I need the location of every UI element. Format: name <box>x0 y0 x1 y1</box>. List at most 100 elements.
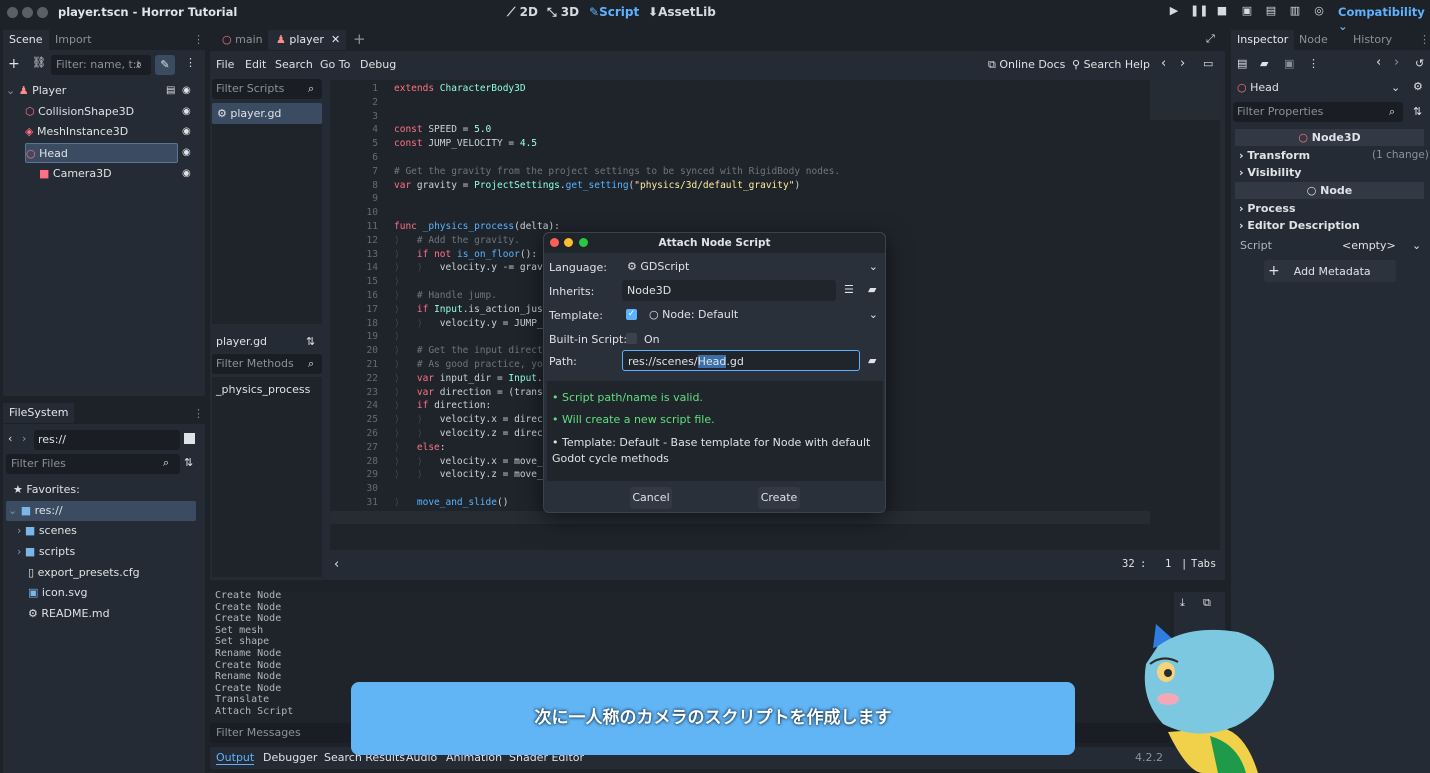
dialog-maximize-icon[interactable] <box>579 238 588 247</box>
property-group-visibility[interactable]: › Visibility <box>1239 166 1301 179</box>
property-group-transform[interactable]: › Transform <box>1239 149 1310 162</box>
tab-scene[interactable]: Scene <box>3 30 49 50</box>
create-button[interactable]: Create <box>758 487 800 509</box>
dock-menu-icon[interactable]: ⋮ <box>193 407 204 420</box>
sort-icon[interactable]: ⇅ <box>306 335 315 348</box>
resource-menu-icon[interactable]: ⋮ <box>1308 57 1319 70</box>
copy-output-icon[interactable]: ⤓ <box>1180 596 1185 610</box>
history-back-icon[interactable]: ‹ <box>1161 56 1166 71</box>
play-custom-scene-icon[interactable]: ▥ <box>1286 4 1304 22</box>
renderer-select[interactable]: Compatibility ⌄ <box>1338 5 1430 33</box>
sort-icon[interactable]: ⇅ <box>184 456 193 469</box>
workspace-3d-button[interactable]: ⤡ 3D <box>547 5 579 20</box>
fs-item-res[interactable]: ⌄ ■ res:// <box>6 501 196 521</box>
fs-item-scripts[interactable]: › ■ scripts <box>17 542 75 562</box>
cancel-button[interactable]: Cancel <box>630 487 672 509</box>
dock-menu-icon[interactable]: ⋮ <box>1419 33 1430 46</box>
menu-edit[interactable]: Edit <box>245 58 266 71</box>
workspace-assetlib-button[interactable]: ⬇AssetLib <box>648 5 716 19</box>
attach-script-icon[interactable]: ✎ <box>155 55 175 75</box>
builtin-checkbox[interactable] <box>626 333 637 344</box>
previous-object-icon[interactable]: ‹ <box>1376 55 1381 70</box>
add-metadata-button[interactable]: + Add Metadata <box>1264 260 1396 282</box>
fs-item-icon-svg[interactable]: ▣ icon.svg <box>28 583 87 603</box>
visibility-eye-icon[interactable]: ◉ <box>182 164 191 184</box>
menu-goto[interactable]: Go To <box>320 58 350 71</box>
remote-debug-icon[interactable]: ▣ <box>1238 4 1256 22</box>
open-resource-icon[interactable]: ▰ <box>1260 57 1268 70</box>
property-group-editor-description[interactable]: › Editor Description <box>1239 219 1360 232</box>
tab-main[interactable]: ○ main <box>214 30 269 50</box>
tab-filesystem[interactable]: FileSystem <box>3 403 75 423</box>
indent-mode[interactable]: Tabs <box>1191 558 1216 570</box>
property-sort-icon[interactable]: ⇅ <box>1413 105 1422 118</box>
fs-item-scenes[interactable]: › ■ scenes <box>17 521 77 541</box>
tab-import[interactable]: Import <box>49 30 98 50</box>
path-input[interactable]: res://scenes/Head.gd <box>622 350 860 371</box>
filter-scripts-input[interactable]: Filter Scripts <box>212 79 322 99</box>
stop-icon[interactable]: ■ <box>1213 4 1231 22</box>
distraction-free-icon[interactable]: ⤢ <box>1206 32 1215 46</box>
tree-node-player[interactable]: ⌄ ♟ Player ▤ ◉ <box>6 81 201 101</box>
visibility-eye-icon[interactable]: ◉ <box>182 122 191 142</box>
tree-node-camera3d[interactable]: ■ Camera3D ◉ <box>39 164 201 184</box>
object-properties-icon[interactable]: ⚙ <box>1413 80 1423 93</box>
folder-icon[interactable]: ▰ <box>868 354 876 367</box>
menu-search[interactable]: Search <box>275 58 313 71</box>
visibility-eye-icon[interactable]: ◉ <box>182 147 191 158</box>
close-tab-icon[interactable]: ✕ <box>331 33 340 46</box>
visibility-eye-icon[interactable]: ◉ <box>182 102 191 122</box>
script-property-value[interactable]: <empty> ⌄ <box>1342 237 1424 255</box>
back-arrow-icon[interactable]: ‹ <box>8 432 12 445</box>
script-list-item[interactable]: ⚙ player.gd <box>212 103 322 124</box>
maximize-window-icon[interactable] <box>37 7 48 18</box>
tree-node-collisionshape3d[interactable]: ⬡ CollisionShape3D ◉ <box>25 102 201 122</box>
tab-debugger[interactable]: Debugger <box>263 751 317 764</box>
template-checkbox[interactable]: ✓ <box>626 309 637 320</box>
folder-icon[interactable]: ▰ <box>868 283 876 296</box>
filter-methods-input[interactable]: Filter Methods <box>212 354 322 374</box>
minimize-window-icon[interactable] <box>22 7 33 18</box>
tab-history[interactable]: History <box>1347 30 1398 50</box>
scene-menu-icon[interactable]: ⋮ <box>185 56 196 69</box>
instance-scene-icon[interactable]: ⛓ <box>32 56 46 69</box>
next-object-icon[interactable]: › <box>1394 55 1399 70</box>
dialog-minimize-icon[interactable] <box>564 238 573 247</box>
inherits-input[interactable]: Node3D <box>622 280 836 301</box>
clear-output-icon[interactable]: ⧉ <box>1203 596 1211 610</box>
fs-item-export-presets[interactable]: ▯ export_presets.cfg <box>28 563 140 583</box>
inspected-object-select[interactable]: ○ Head ⌄ <box>1233 78 1403 98</box>
visibility-eye-icon[interactable]: ◉ <box>182 81 191 101</box>
forward-arrow-icon[interactable]: › <box>22 432 26 445</box>
toggle-scripts-panel-icon[interactable]: ▭ <box>1203 57 1213 70</box>
fs-item-readme[interactable]: ⚙ README.md <box>28 604 110 624</box>
script-attached-icon[interactable]: ▤ <box>166 81 175 101</box>
filesystem-path-input[interactable]: res:// <box>34 430 180 450</box>
pause-icon[interactable]: ❚❚ <box>1190 4 1208 22</box>
tab-node[interactable]: Node <box>1293 30 1334 50</box>
dock-menu-icon[interactable]: ⋮ <box>193 33 204 46</box>
tree-node-meshinstance3d[interactable]: ◈ MeshInstance3D ◉ <box>25 122 201 142</box>
tab-output[interactable]: Output <box>216 751 255 765</box>
method-item[interactable]: _physics_process <box>216 383 310 396</box>
dialog-close-icon[interactable] <box>550 238 559 247</box>
browse-class-icon[interactable]: ☰ <box>844 283 854 296</box>
tab-inspector[interactable]: Inspector <box>1231 30 1295 50</box>
movie-maker-icon[interactable]: ◎ <box>1310 4 1328 22</box>
favorites-item[interactable]: ★ Favorites: <box>13 480 80 500</box>
split-view-icon[interactable] <box>184 433 195 444</box>
save-resource-icon[interactable]: ▣ <box>1284 57 1294 70</box>
add-node-icon[interactable]: + <box>8 56 20 72</box>
menu-debug[interactable]: Debug <box>360 58 396 71</box>
menu-file[interactable]: File <box>216 58 234 71</box>
play-icon[interactable]: ▶ <box>1165 4 1183 22</box>
new-resource-icon[interactable]: ▤ <box>1237 57 1247 70</box>
online-docs-button[interactable]: ⧉ Online Docs <box>988 58 1065 72</box>
new-scene-tab-icon[interactable]: + <box>353 30 366 48</box>
play-scene-icon[interactable]: ▤ <box>1262 4 1280 22</box>
workspace-script-button[interactable]: ✎Script <box>589 5 639 19</box>
toggle-script-list-icon[interactable]: ‹ <box>334 557 339 572</box>
template-select[interactable]: ○ Node: Default ⌄ <box>644 304 884 325</box>
language-select[interactable]: ⚙ GDScript ⌄ <box>622 256 884 277</box>
tab-player[interactable]: ♟ player ✕ <box>268 30 347 50</box>
